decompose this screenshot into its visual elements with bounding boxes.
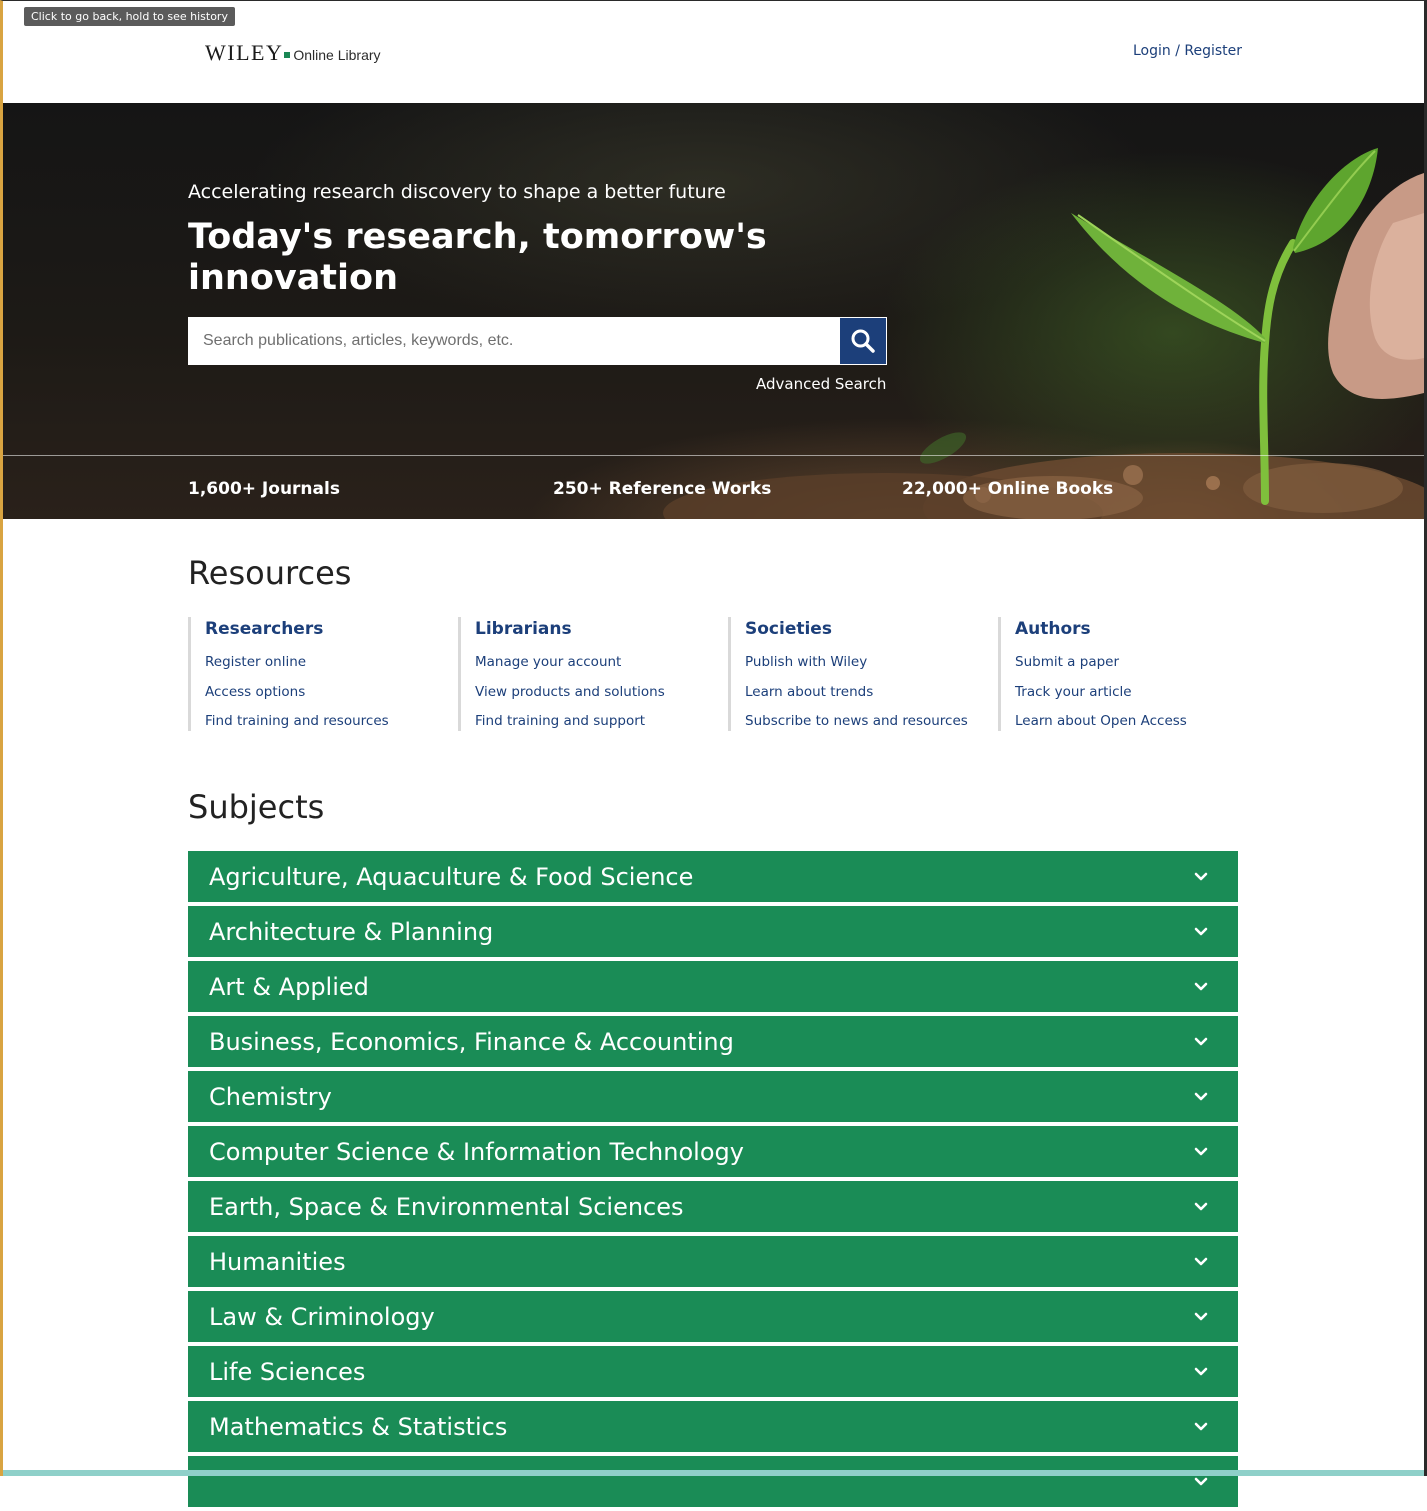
link-access-options[interactable]: Access options xyxy=(205,678,448,708)
seedling-image xyxy=(663,148,1424,519)
login-register-link[interactable]: Login / Register xyxy=(1133,43,1242,59)
subject-row[interactable]: Law & Criminology xyxy=(188,1291,1238,1342)
search-input[interactable] xyxy=(188,317,839,365)
resource-heading-researchers: Researchers xyxy=(205,619,324,639)
chevron-down-icon xyxy=(1192,1418,1210,1436)
chevron-down-icon xyxy=(1192,1308,1210,1326)
subject-label: Humanities xyxy=(209,1247,346,1276)
subject-row[interactable]: Computer Science & Information Technolog… xyxy=(188,1126,1238,1177)
subject-row[interactable]: Mathematics & Statistics xyxy=(188,1401,1238,1452)
resource-column-librarians: Librarians Manage your account View prod… xyxy=(458,617,718,731)
subject-label: Earth, Space & Environmental Sciences xyxy=(209,1192,684,1221)
subject-row[interactable]: Agriculture, Aquaculture & Food Science xyxy=(188,851,1238,902)
link-find-training-support[interactable]: Find training and support xyxy=(475,707,718,737)
logo-subtitle: Online Library xyxy=(293,47,381,63)
link-view-products[interactable]: View products and solutions xyxy=(475,678,718,708)
stat-online-books[interactable]: 22,000+ Online Books xyxy=(902,479,1113,499)
link-find-training-resources[interactable]: Find training and resources xyxy=(205,707,448,737)
resource-column-researchers: Researchers Register online Access optio… xyxy=(188,617,448,731)
hero-title: Today's research, tomorrow's innovation xyxy=(188,217,767,298)
resource-heading-authors: Authors xyxy=(1015,619,1091,639)
stat-reference-works[interactable]: 250+ Reference Works xyxy=(553,479,771,499)
subject-row[interactable]: Earth, Space & Environmental Sciences xyxy=(188,1181,1238,1232)
subject-row[interactable] xyxy=(188,1456,1238,1507)
search-box xyxy=(188,317,887,365)
hero-banner: Accelerating research discovery to shape… xyxy=(3,103,1424,519)
stat-journals[interactable]: 1,600+ Journals xyxy=(188,479,340,499)
link-track-article[interactable]: Track your article xyxy=(1015,678,1238,708)
subject-label: Business, Economics, Finance & Accountin… xyxy=(209,1027,734,1056)
hero-tagline: Accelerating research discovery to shape… xyxy=(188,181,726,203)
back-button-tooltip: Click to go back, hold to see history xyxy=(24,7,235,26)
subject-row[interactable]: Life Sciences xyxy=(188,1346,1238,1397)
resource-heading-societies: Societies xyxy=(745,619,832,639)
resource-column-societies: Societies Publish with Wiley Learn about… xyxy=(728,617,988,731)
subject-row[interactable]: Humanities xyxy=(188,1236,1238,1287)
link-learn-about-trends[interactable]: Learn about trends xyxy=(745,678,988,708)
resource-column-authors: Authors Submit a paper Track your articl… xyxy=(998,617,1238,731)
chevron-down-icon xyxy=(1192,1143,1210,1161)
chevron-down-icon xyxy=(1192,868,1210,886)
subject-label: Life Sciences xyxy=(209,1357,366,1386)
chevron-down-icon xyxy=(1192,1088,1210,1106)
chevron-down-icon xyxy=(1192,1033,1210,1051)
hero-divider xyxy=(3,455,1424,456)
resource-heading-librarians: Librarians xyxy=(475,619,572,639)
subjects-accordion: Agriculture, Aquaculture & Food Science A… xyxy=(188,851,1238,1511)
link-publish-with-wiley[interactable]: Publish with Wiley xyxy=(745,648,988,678)
bottom-edge-strip xyxy=(0,1470,1427,1476)
chevron-down-icon xyxy=(1192,1363,1210,1381)
subject-label: Law & Criminology xyxy=(209,1302,435,1331)
subject-row[interactable]: Business, Economics, Finance & Accountin… xyxy=(188,1016,1238,1067)
search-icon xyxy=(851,329,875,353)
subject-label: Mathematics & Statistics xyxy=(209,1412,508,1441)
link-submit-paper[interactable]: Submit a paper xyxy=(1015,648,1238,678)
subject-label: Agriculture, Aquaculture & Food Science xyxy=(209,862,694,891)
subject-row[interactable]: Art & Applied xyxy=(188,961,1238,1012)
subject-label: Computer Science & Information Technolog… xyxy=(209,1137,744,1166)
resources-heading: Resources xyxy=(188,554,352,592)
chevron-down-icon xyxy=(1192,978,1210,996)
advanced-search-link[interactable]: Advanced Search xyxy=(756,375,886,393)
logo-square-icon xyxy=(284,52,291,58)
link-open-access[interactable]: Learn about Open Access xyxy=(1015,707,1238,737)
subject-row[interactable]: Architecture & Planning xyxy=(188,906,1238,957)
chevron-down-icon xyxy=(1192,923,1210,941)
chevron-down-icon xyxy=(1192,1198,1210,1216)
chevron-down-icon xyxy=(1192,1253,1210,1271)
link-subscribe-news[interactable]: Subscribe to news and resources xyxy=(745,707,988,737)
subject-row[interactable]: Chemistry xyxy=(188,1071,1238,1122)
subjects-heading: Subjects xyxy=(188,788,325,826)
wiley-logo[interactable]: WILEY Online Library xyxy=(205,40,381,66)
subject-label: Chemistry xyxy=(209,1082,332,1111)
link-register-online[interactable]: Register online xyxy=(205,648,448,678)
subject-label: Architecture & Planning xyxy=(209,917,494,946)
subject-label: Art & Applied xyxy=(209,972,369,1001)
logo-wordmark: WILEY xyxy=(205,40,284,65)
link-manage-account[interactable]: Manage your account xyxy=(475,648,718,678)
search-button[interactable] xyxy=(840,318,886,364)
